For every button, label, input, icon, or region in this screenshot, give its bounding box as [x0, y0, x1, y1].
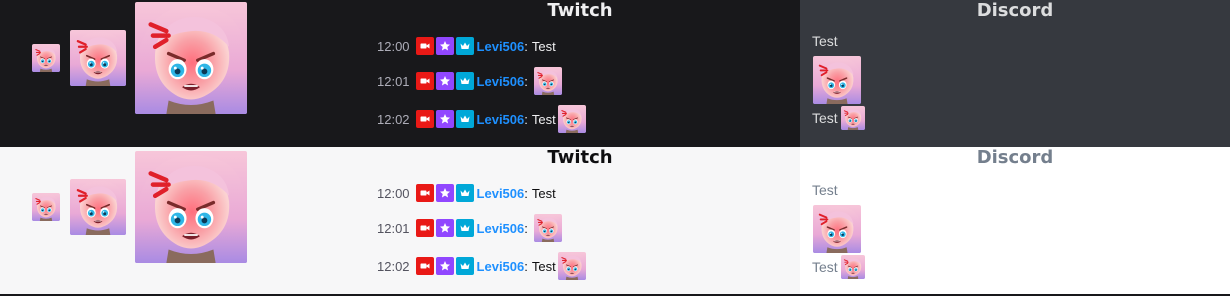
timestamp: 12:01	[377, 220, 410, 236]
light-theme-preview: Twitch 12:00 Levi506 : Test 12:01 Levi50…	[0, 147, 1230, 294]
star-icon	[435, 110, 454, 128]
angry-girl-emote-large	[135, 151, 247, 263]
angry-girl-emote	[533, 214, 562, 242]
username[interactable]: Levi506	[477, 259, 525, 274]
chat-message: 12:01 Levi506 :	[377, 213, 562, 243]
star-icon	[435, 72, 454, 90]
message-text: Test	[531, 258, 556, 274]
crown-icon	[455, 37, 474, 55]
discord-message: Test	[812, 255, 865, 279]
timestamp: 12:02	[377, 258, 410, 274]
angry-girl-emote-large	[135, 2, 247, 114]
discord-chat-preview: Discord Test Test	[800, 0, 1230, 147]
twitch-chat-preview: Twitch 12:00 Levi506 : Test 12:01 Levi50…	[360, 0, 800, 147]
discord-message: Test	[812, 33, 838, 49]
angry-girl-emote	[533, 67, 562, 95]
crown-icon	[455, 257, 474, 275]
timestamp: 12:00	[377, 38, 410, 54]
colon: :	[524, 220, 528, 236]
discord-message: Test	[812, 182, 838, 198]
angry-girl-emote	[557, 105, 586, 133]
angry-girl-emote-jumbo	[813, 56, 861, 104]
crown-icon	[455, 72, 474, 90]
chat-message: 12:02 Levi506 : Test	[377, 104, 586, 134]
star-icon	[435, 257, 454, 275]
discord-message: Test	[812, 106, 865, 130]
dark-theme-preview: Twitch 12:00 Levi506 : Test 12:01 Levi50…	[0, 0, 1230, 147]
username[interactable]: Levi506	[477, 112, 525, 127]
angry-girl-emote-small	[32, 193, 60, 221]
video-camera-icon	[415, 37, 434, 55]
angry-girl-emote	[840, 106, 865, 130]
angry-girl-emote-jumbo	[813, 205, 861, 253]
message-text: Test	[531, 38, 556, 54]
message-text: Test	[531, 185, 556, 201]
timestamp: 12:02	[377, 111, 410, 127]
video-camera-icon	[415, 110, 434, 128]
timestamp: 12:01	[377, 73, 410, 89]
message-text: Test	[531, 111, 556, 127]
video-camera-icon	[415, 219, 434, 237]
star-icon	[435, 219, 454, 237]
discord-chat-preview: Discord Test Test	[800, 147, 1230, 294]
emote-size-previews	[0, 147, 360, 294]
discord-title: Discord	[976, 0, 1054, 21]
video-camera-icon	[415, 72, 434, 90]
message-text: Test	[812, 110, 838, 126]
star-icon	[435, 37, 454, 55]
angry-girl-emote-small	[32, 44, 60, 72]
discord-title: Discord	[976, 147, 1054, 168]
chat-message: 12:02 Levi506 : Test	[377, 251, 586, 281]
username[interactable]: Levi506	[477, 39, 525, 54]
chat-message: 12:00 Levi506 : Test	[377, 178, 556, 208]
colon: :	[524, 185, 528, 201]
chat-message: 12:01 Levi506 :	[377, 66, 562, 96]
message-text: Test	[812, 33, 838, 49]
message-text: Test	[812, 259, 838, 275]
colon: :	[524, 258, 528, 274]
twitch-chat-preview: Twitch 12:00 Levi506 : Test 12:01 Levi50…	[360, 147, 800, 294]
angry-girl-emote-medium	[70, 30, 126, 86]
username[interactable]: Levi506	[477, 221, 525, 236]
chat-message: 12:00 Levi506 : Test	[377, 31, 556, 61]
crown-icon	[455, 219, 474, 237]
star-icon	[435, 184, 454, 202]
username[interactable]: Levi506	[477, 186, 525, 201]
username[interactable]: Levi506	[477, 74, 525, 89]
angry-girl-emote	[557, 252, 586, 280]
colon: :	[524, 38, 528, 54]
twitch-title: Twitch	[547, 0, 613, 21]
crown-icon	[455, 184, 474, 202]
video-camera-icon	[415, 257, 434, 275]
angry-girl-emote-medium	[70, 179, 126, 235]
colon: :	[524, 111, 528, 127]
crown-icon	[455, 110, 474, 128]
twitch-title: Twitch	[547, 147, 613, 168]
colon: :	[524, 73, 528, 89]
timestamp: 12:00	[377, 185, 410, 201]
message-text: Test	[812, 182, 838, 198]
video-camera-icon	[415, 184, 434, 202]
angry-girl-emote	[840, 255, 865, 279]
emote-size-previews	[0, 0, 360, 147]
